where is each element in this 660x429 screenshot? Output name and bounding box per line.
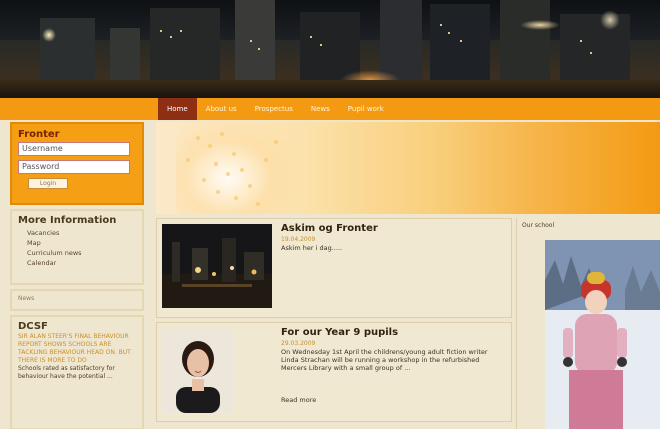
- news-box[interactable]: News: [10, 289, 144, 311]
- nav-item-about-us[interactable]: About us: [197, 98, 246, 120]
- login-box: Fronter Username Password Login: [10, 122, 144, 205]
- nav-item-pupil-work[interactable]: Pupil work: [339, 98, 393, 120]
- article-image-portrait[interactable]: [162, 329, 234, 413]
- link-calendar[interactable]: Calendar: [18, 258, 136, 268]
- article-summary: Askim her i dag.....: [281, 244, 343, 252]
- article-summary: On Wednesday 1st April the childrens/you…: [281, 348, 488, 372]
- read-more-link[interactable]: Read more: [281, 396, 316, 404]
- our-school-panel: Our school: [516, 218, 660, 429]
- nav-menu: Home About us Prospectus News Pupil work: [158, 98, 393, 120]
- list-item: Askim og Fronter 19.04.2009 Askim her i …: [156, 218, 512, 318]
- nav-item-news[interactable]: News: [302, 98, 339, 120]
- article-date: 29.03.2009: [281, 340, 316, 347]
- nav-item-prospectus[interactable]: Prospectus: [246, 98, 302, 120]
- more-information-box: More Information Vacancies Map Curriculu…: [10, 209, 144, 285]
- link-curriculum-news[interactable]: Curriculum news: [18, 248, 136, 258]
- dcsf-headline-link[interactable]: SIR ALAN STEER'S FINAL BEHAVIOUR REPORT …: [18, 333, 136, 365]
- article-title[interactable]: Askim og Fronter: [281, 223, 378, 234]
- our-school-label: Our school: [522, 222, 555, 229]
- article-title[interactable]: For our Year 9 pupils: [281, 327, 398, 338]
- list-item: For our Year 9 pupils 29.03.2009 On Wedn…: [156, 322, 512, 422]
- dcsf-title: DCSF: [18, 321, 48, 332]
- school-photo[interactable]: [545, 240, 660, 429]
- login-button[interactable]: Login: [28, 178, 68, 189]
- article-date: 19.04.2009: [281, 236, 316, 243]
- header-banner: [0, 0, 660, 98]
- username-field[interactable]: Username: [18, 142, 130, 156]
- sidebar: Fronter Username Password Login More Inf…: [10, 122, 144, 429]
- nav-item-home[interactable]: Home: [158, 98, 197, 120]
- link-map[interactable]: Map: [18, 238, 136, 248]
- dcsf-body: Schools rated as satisfactory for behavi…: [18, 365, 115, 380]
- news-list: Askim og Fronter 19.04.2009 Askim her i …: [156, 218, 512, 429]
- link-vacancies[interactable]: Vacancies: [18, 228, 136, 238]
- main-navigation: Home About us Prospectus News Pupil work: [0, 98, 660, 120]
- article-image-night[interactable]: [162, 224, 272, 308]
- login-title: Fronter: [18, 129, 60, 140]
- hero-banner: [156, 122, 660, 214]
- password-field[interactable]: Password: [18, 160, 130, 174]
- more-information-title: More Information: [18, 215, 117, 226]
- dcsf-box: DCSF SIR ALAN STEER'S FINAL BEHAVIOUR RE…: [10, 315, 144, 429]
